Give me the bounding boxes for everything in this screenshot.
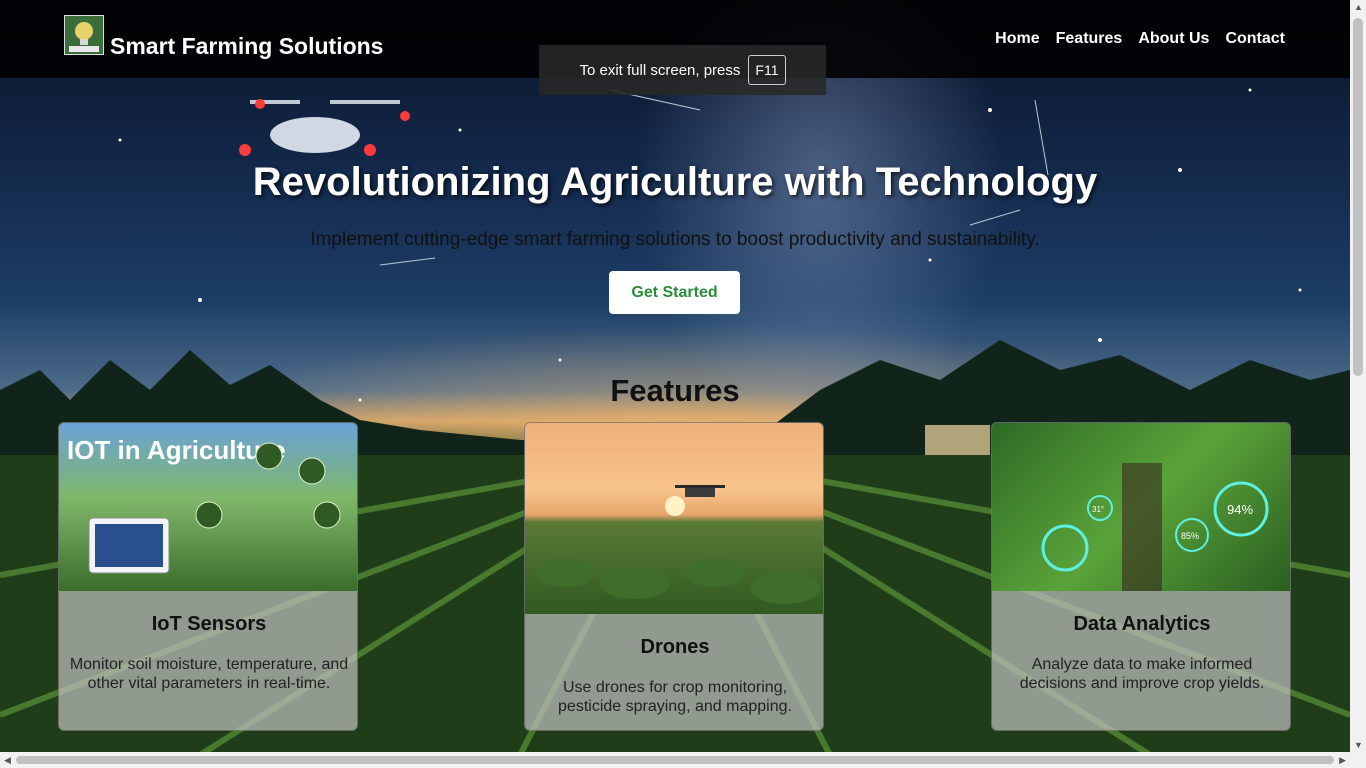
scroll-up-arrow-icon[interactable]: ▲ xyxy=(1354,2,1363,12)
feature-title: Drones xyxy=(640,636,710,658)
feature-description: Monitor soil moisture, temperature, and … xyxy=(69,656,349,692)
iot-image-text: IOT in Agriculture xyxy=(67,435,286,465)
get-started-button[interactable]: Get Started xyxy=(609,271,740,314)
analytics-readout-85: 85% xyxy=(1181,531,1199,541)
feature-description: Analyze data to make informed decisions … xyxy=(1019,656,1265,692)
feature-card-data-analytics: 94% 85% 31° Data Analytics Analyze data … xyxy=(991,422,1291,731)
fullscreen-exit-toast: To exit full screen, press F11 xyxy=(539,45,826,95)
nav-home[interactable]: Home xyxy=(995,30,1039,48)
hero-title: Revolutionizing Agriculture with Technol… xyxy=(252,160,1098,204)
vertical-scroll-thumb[interactable] xyxy=(1353,18,1363,376)
toast-message: To exit full screen, press xyxy=(579,61,741,79)
feature-title: Data Analytics xyxy=(1073,613,1211,635)
lightbulb-logo-icon xyxy=(69,22,99,52)
scroll-left-arrow-icon[interactable]: ◀ xyxy=(4,755,11,766)
analytics-readout-94: 94% xyxy=(1227,502,1253,517)
feature-card-drones: Drones Use drones for crop monitoring, p… xyxy=(524,422,824,731)
feature-card-iot-sensors: IOT in Agriculture IoT Sensors Monitor s… xyxy=(58,422,358,731)
hero-subtitle: Implement cutting-edge smart farming sol… xyxy=(310,229,1040,250)
horizontal-scrollbar[interactable]: ◀ ▶ xyxy=(0,752,1366,768)
drone-field-image xyxy=(525,423,823,614)
nav-about-us[interactable]: About Us xyxy=(1138,30,1209,48)
feature-title: IoT Sensors xyxy=(151,613,267,635)
main-nav: Home Features About Us Contact xyxy=(995,30,1285,48)
vertical-scrollbar[interactable]: ▲ ▼ xyxy=(1350,0,1366,752)
analytics-readout-31: 31° xyxy=(1092,505,1104,514)
toast-key: F11 xyxy=(748,55,786,85)
nav-contact[interactable]: Contact xyxy=(1225,30,1285,48)
site-logo[interactable] xyxy=(64,15,104,55)
horizontal-scroll-thumb[interactable] xyxy=(16,756,1334,764)
features-heading: Features xyxy=(610,373,740,408)
iot-agriculture-image: IOT in Agriculture xyxy=(59,423,357,591)
feature-description: Use drones for crop monitoring, pesticid… xyxy=(558,679,792,715)
drone-illustration xyxy=(239,99,410,156)
scroll-down-arrow-icon[interactable]: ▼ xyxy=(1354,740,1363,750)
greenhouse-analytics-image: 94% 85% 31° xyxy=(992,423,1290,591)
site-title[interactable]: Smart Farming Solutions xyxy=(110,33,383,60)
nav-features[interactable]: Features xyxy=(1056,30,1123,48)
scroll-right-arrow-icon[interactable]: ▶ xyxy=(1339,755,1346,766)
